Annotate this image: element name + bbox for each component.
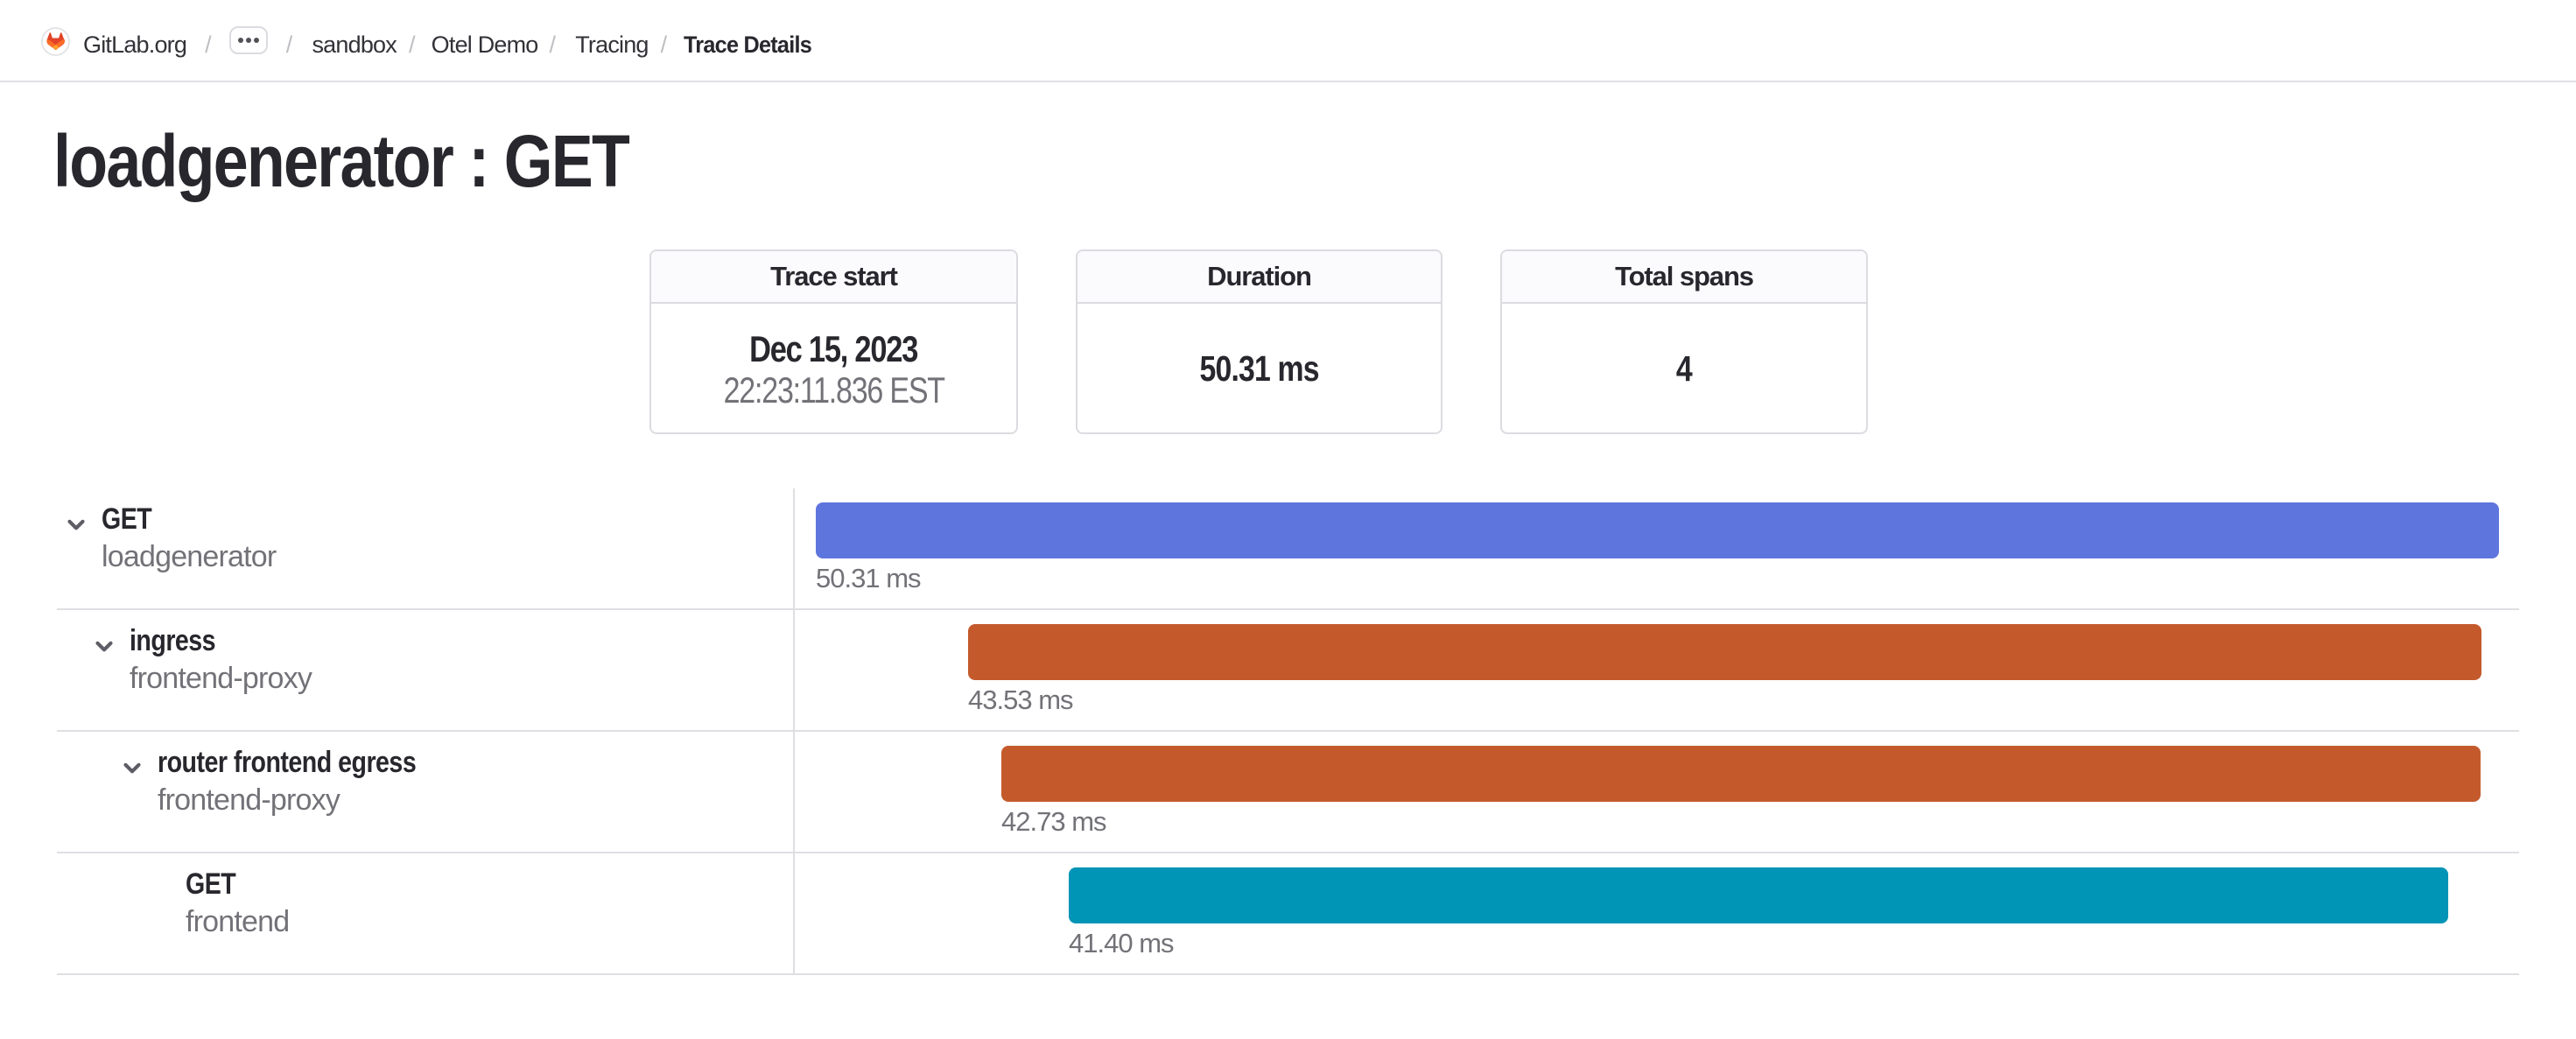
trace-start-card-body: Dec 15, 2023 22:23:11.836 EST bbox=[651, 304, 1016, 434]
total-spans-card-header: Total spans bbox=[1502, 251, 1866, 304]
span-operation: GET bbox=[186, 867, 235, 902]
span-duration-bar[interactable] bbox=[1069, 867, 2448, 923]
gitlab-tanuki-icon bbox=[46, 32, 65, 51]
breadcrumb-item-tracing[interactable]: Tracing bbox=[575, 32, 648, 59]
breadcrumb-item-current: Trace Details bbox=[684, 32, 811, 59]
duration-card: Duration 50.31 ms bbox=[1076, 249, 1442, 434]
span-row: router frontend egressfrontend-proxy 42.7… bbox=[57, 732, 2519, 853]
ellipsis-dot bbox=[254, 38, 259, 43]
page-title: loadgenerator : GET bbox=[53, 119, 666, 203]
span-duration-label: 50.31 ms bbox=[816, 561, 921, 596]
trace-start-date: Dec 15, 2023 bbox=[749, 327, 917, 371]
span-duration-bar[interactable] bbox=[816, 502, 2499, 558]
trace-start-time: 22:23:11.836 EST bbox=[723, 369, 944, 411]
total-spans-card-body: 4 bbox=[1502, 304, 1866, 434]
span-label-cell: ingressfrontend-proxy bbox=[57, 610, 795, 730]
breadcrumb-item-subproject[interactable]: Otel Demo bbox=[432, 32, 538, 59]
breadcrumb: GitLab.org / / sandbox / Otel Demo / Tra… bbox=[41, 25, 821, 56]
ellipsis-dot bbox=[246, 38, 251, 43]
span-duration-label: 42.73 ms bbox=[1001, 804, 1106, 839]
span-bar-cell: 42.73 ms bbox=[795, 732, 2519, 852]
span-bar-cell: 43.53 ms bbox=[795, 610, 2519, 730]
span-service: frontend bbox=[186, 904, 289, 939]
span-row: GETfrontend 41.40 ms bbox=[57, 853, 2519, 975]
chevron-down-icon[interactable] bbox=[122, 757, 143, 778]
span-row: ingressfrontend-proxy 43.53 ms bbox=[57, 610, 2519, 732]
chevron-down-icon[interactable] bbox=[66, 514, 87, 535]
total-spans-value: 4 bbox=[1676, 348, 1692, 390]
span-duration-bar[interactable] bbox=[1001, 746, 2481, 802]
span-duration-bar[interactable] bbox=[968, 624, 2481, 680]
span-service: frontend-proxy bbox=[158, 783, 340, 818]
span-label-cell: GETloadgenerator bbox=[57, 488, 795, 608]
span-label-cell: GETfrontend bbox=[57, 853, 795, 973]
trace-summary-cards: Trace start Dec 15, 2023 22:23:11.836 ES… bbox=[649, 249, 2519, 434]
span-service: loadgenerator bbox=[102, 539, 276, 574]
duration-value: 50.31 ms bbox=[1199, 348, 1318, 390]
breadcrumb-separator: / bbox=[661, 32, 667, 59]
span-service: frontend-proxy bbox=[130, 661, 312, 696]
trace-waterfall-chart: GETloadgenerator50.31 msingressfrontend-… bbox=[57, 488, 2519, 975]
breadcrumb-separator: / bbox=[205, 32, 211, 59]
gitlab-logo[interactable] bbox=[41, 27, 70, 56]
total-spans-card: Total spans 4 bbox=[1500, 249, 1868, 434]
span-bar-cell: 50.31 ms bbox=[795, 488, 2519, 608]
span-row: GETloadgenerator 50.31 ms bbox=[57, 488, 2519, 610]
breadcrumb-collapsed-button[interactable] bbox=[229, 26, 268, 54]
chevron-down-icon[interactable] bbox=[94, 635, 115, 656]
breadcrumb-bar: GitLab.org / / sandbox / Otel Demo / Tra… bbox=[0, 0, 2576, 82]
breadcrumb-separator: / bbox=[409, 32, 415, 59]
ellipsis-dot bbox=[238, 38, 243, 43]
page-content: loadgenerator : GET Trace start Dec 15, … bbox=[0, 119, 2576, 434]
span-bar-cell: 41.40 ms bbox=[795, 853, 2519, 973]
span-operation: GET bbox=[102, 502, 151, 537]
span-operation: router frontend egress bbox=[158, 745, 416, 780]
duration-card-header: Duration bbox=[1077, 251, 1441, 304]
span-duration-label: 43.53 ms bbox=[968, 683, 1073, 718]
breadcrumb-item-group[interactable]: GitLab.org bbox=[83, 32, 186, 59]
span-label-cell: router frontend egressfrontend-proxy bbox=[57, 732, 795, 852]
duration-card-body: 50.31 ms bbox=[1077, 304, 1441, 434]
breadcrumb-item-project[interactable]: sandbox bbox=[312, 32, 396, 59]
span-operation: ingress bbox=[130, 623, 215, 658]
trace-start-card-header: Trace start bbox=[651, 251, 1016, 304]
span-duration-label: 41.40 ms bbox=[1069, 926, 1174, 961]
trace-start-card: Trace start Dec 15, 2023 22:23:11.836 ES… bbox=[649, 249, 1018, 434]
breadcrumb-separator: / bbox=[286, 32, 292, 59]
breadcrumb-separator: / bbox=[550, 32, 556, 59]
